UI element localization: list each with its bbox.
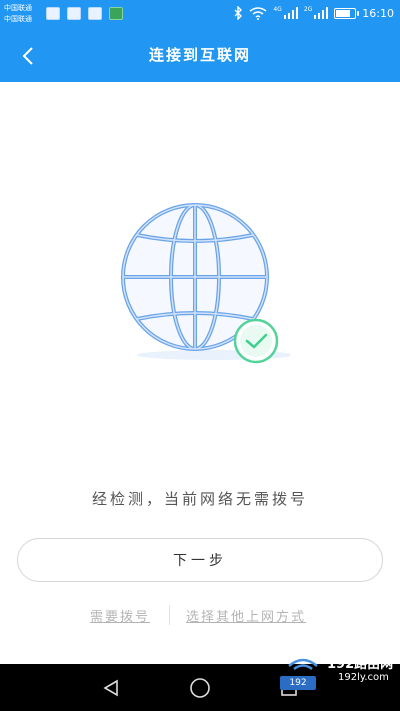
circle-home-icon [190,678,210,698]
watermark-badge: 192 [280,676,316,690]
next-step-button[interactable]: 下一步 [17,538,383,582]
need-dial-link[interactable]: 需要拨号 [90,606,150,625]
bluetooth-icon [234,6,243,20]
page-title: 连接到互联网 [148,46,251,64]
carrier-info: 中国联通 中国联通 [4,3,32,25]
other-method-link[interactable]: 选择其他上网方式 [186,606,306,625]
notification-heart-icon [67,7,81,20]
notification-chart-icon [109,7,123,20]
wifi-icon [249,6,267,20]
battery-icon [334,7,360,19]
nav-home-button[interactable] [187,675,213,701]
detection-result-text: 经检测，当前网络无需拨号 [91,490,308,508]
watermark-url: 192ly.com [338,672,389,683]
network-2g-label: 2G [303,5,313,13]
alternative-links: 需要拨号 选择其他上网方式 [0,603,400,627]
carrier-1-label: 中国联通 [4,4,32,12]
watermark-title: 192路由网 [327,657,394,672]
nav-back-button[interactable] [98,675,124,701]
clock-time: 16:10 [362,6,394,20]
status-bar: 中国联通 中国联通 4G 2G 16:10 [0,0,400,30]
signal-2-icon [314,7,329,19]
status-indicators: 4G 2G 16:10 [233,6,394,20]
notification-app-icon [46,7,60,20]
notification-icons [46,7,123,20]
triangle-back-icon [103,679,118,697]
globe-check-illustration [121,203,290,364]
app-header: 连接到互联网 [0,30,400,82]
signal-1-icon [283,7,298,19]
carrier-2-label: 中国联通 [4,15,32,23]
link-divider [169,605,170,625]
notification-image-icon [88,7,102,20]
network-4g-label: 4G [273,5,282,13]
